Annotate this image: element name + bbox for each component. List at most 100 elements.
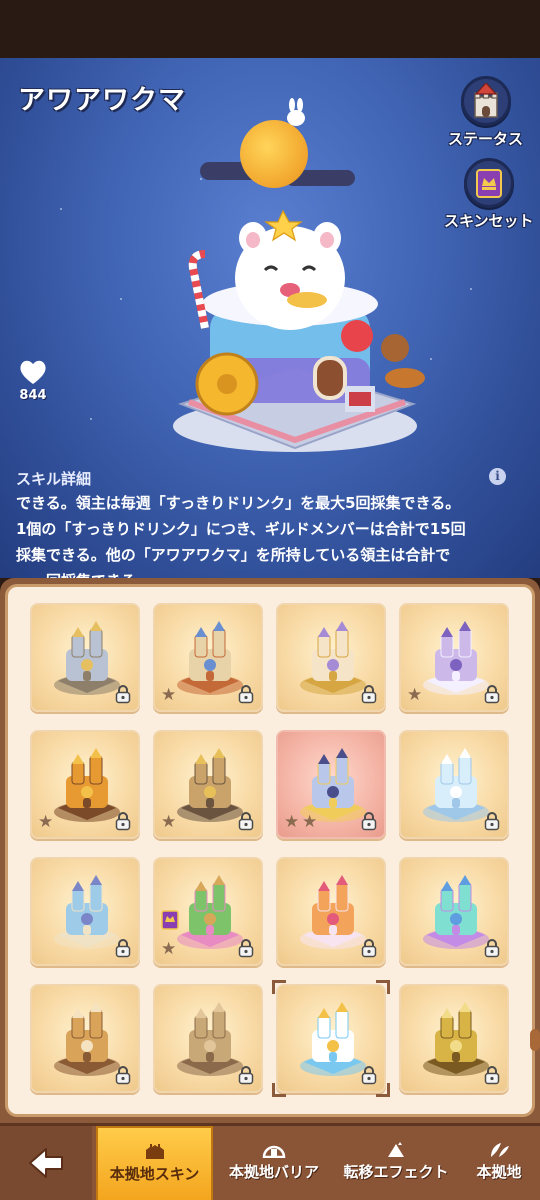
sparkle bbox=[200, 178, 202, 180]
castle-tower-icon bbox=[460, 76, 511, 126]
status-button[interactable]: ステータス bbox=[448, 76, 523, 149]
skill-detail-heading: スキル詳細 bbox=[16, 470, 92, 488]
tab-base-other[interactable]: 本拠地 bbox=[458, 1126, 540, 1200]
skin-thumbnail bbox=[177, 1002, 243, 1076]
skill-line: 1個の「すっきりドリンク」につき、ギルドメンバーは合計で15回 bbox=[16, 520, 466, 538]
skin-tile-coral-reef[interactable] bbox=[399, 857, 509, 966]
skin-thumbnail bbox=[177, 621, 243, 695]
scroll-handle[interactable] bbox=[530, 1029, 540, 1051]
selection-corner bbox=[272, 1083, 286, 1097]
lock-icon bbox=[115, 939, 131, 958]
skin-thumbnail bbox=[423, 621, 489, 695]
selection-corner bbox=[272, 980, 286, 994]
rank-star-icon: ★ bbox=[161, 812, 177, 832]
top-status-bar bbox=[0, 0, 540, 58]
skin-tile-forest-camp[interactable]: ★ bbox=[153, 857, 263, 966]
back-arrow-icon bbox=[29, 1148, 63, 1178]
sparkle bbox=[470, 288, 472, 290]
lock-icon bbox=[361, 812, 377, 831]
skin-tile-dragon-shrine[interactable]: ★ ★ bbox=[276, 730, 386, 839]
lock-icon bbox=[115, 1066, 131, 1085]
sparkle bbox=[120, 298, 122, 300]
skin-tile-lavender-castle[interactable]: ★ bbox=[399, 603, 509, 712]
skill-description[interactable]: できる。領主は毎週「すっきりドリンク」を最大5回採集できる。 1個の「すっきりド… bbox=[16, 490, 526, 578]
skin-grid-container[interactable]: ★ ★ ★ ★ ★ ★ ★ bbox=[5, 584, 540, 1117]
sparkle bbox=[430, 358, 432, 360]
selection-corner bbox=[376, 980, 390, 994]
rank-star-icon: ★ bbox=[38, 812, 54, 832]
selection-corner bbox=[376, 1083, 390, 1097]
skin-book-icon bbox=[463, 158, 514, 208]
skin-thumbnail bbox=[54, 621, 120, 695]
skin-set-badge-icon bbox=[161, 910, 179, 930]
moon-decoration bbox=[240, 120, 308, 188]
skin-thumbnail bbox=[177, 875, 243, 949]
lock-icon bbox=[238, 812, 254, 831]
shield-dome-icon bbox=[262, 1145, 286, 1158]
skin-thumbnail bbox=[54, 748, 120, 822]
skin-tile-dessert-palace[interactable] bbox=[276, 603, 386, 712]
skill-line: 採集できる。他の「アワアワクマ」を所持している領主は合計で bbox=[16, 546, 451, 564]
lock-icon bbox=[361, 685, 377, 704]
status-label: ステータス bbox=[448, 130, 524, 148]
skin-tile-airship[interactable] bbox=[30, 984, 140, 1093]
skin-set-label: スキンセット bbox=[444, 212, 534, 230]
teleport-icon bbox=[388, 1142, 404, 1157]
rank-star-icon: ★ bbox=[407, 685, 423, 705]
lock-icon bbox=[238, 1066, 254, 1085]
info-icon[interactable]: i bbox=[489, 468, 506, 485]
skin-thumbnail bbox=[423, 875, 489, 949]
skin-thumbnail bbox=[300, 621, 366, 695]
skin-thumbnail bbox=[54, 1002, 120, 1076]
lock-icon bbox=[484, 1066, 500, 1085]
skill-line: できる。領主は毎週「すっきりドリンク」を最大5回採集できる。 bbox=[16, 494, 461, 512]
skin-list-panel: ★ ★ ★ ★ ★ ★ ★ bbox=[0, 578, 540, 1123]
skin-grid: ★ ★ ★ ★ ★ ★ ★ bbox=[30, 603, 520, 1097]
skin-tile-ice-castle[interactable] bbox=[399, 730, 509, 839]
skin-thumbnail bbox=[300, 875, 366, 949]
sparkle bbox=[60, 208, 62, 210]
skin-tile-golden-dragon[interactable] bbox=[399, 984, 509, 1093]
castle-tab-icon bbox=[145, 1144, 164, 1159]
lock-icon bbox=[238, 685, 254, 704]
skin-set-button[interactable]: スキンセット bbox=[444, 158, 534, 231]
tab-base-skin[interactable]: 本拠地スキン bbox=[96, 1126, 213, 1200]
skill-line: 回採集できる。 bbox=[16, 568, 526, 578]
skin-tile-crystal-temple[interactable] bbox=[30, 857, 140, 966]
skin-tile-crab-fortress[interactable]: ★ bbox=[153, 603, 263, 712]
lock-icon bbox=[484, 685, 500, 704]
sparkle bbox=[90, 418, 92, 420]
skin-tile-candy-house[interactable] bbox=[276, 857, 386, 966]
bubble-bear-castle-art bbox=[173, 209, 425, 452]
tab-label: 転移エフェクト bbox=[343, 1163, 449, 1181]
rank-star-icon: ★ bbox=[302, 812, 318, 832]
heart-icon bbox=[20, 360, 46, 384]
skin-tile-cannon-ship[interactable]: ★ bbox=[153, 730, 263, 839]
lock-icon bbox=[361, 939, 377, 958]
bunny-icon bbox=[287, 98, 305, 126]
skin-thumbnail bbox=[300, 1002, 366, 1076]
lock-icon bbox=[361, 1066, 377, 1085]
skin-thumbnail bbox=[177, 748, 243, 822]
skin-tile-bubble-bear[interactable] bbox=[272, 980, 390, 1097]
tab-base-barrier[interactable]: 本拠地バリア bbox=[215, 1126, 333, 1200]
skin-tile-pumpkin-house[interactable]: ★ bbox=[30, 730, 140, 839]
back-button[interactable] bbox=[0, 1126, 92, 1200]
leaf-icon bbox=[491, 1143, 509, 1157]
lock-icon bbox=[484, 812, 500, 831]
skin-thumbnail bbox=[423, 748, 489, 822]
bottom-tab-bar: 本拠地スキン 本拠地バリア 転移エフェクト 本拠地 bbox=[0, 1123, 540, 1200]
lock-icon bbox=[484, 939, 500, 958]
like-button[interactable]: 844 bbox=[18, 358, 48, 403]
skin-thumbnail bbox=[54, 875, 120, 949]
skin-tile-steam-tower[interactable] bbox=[153, 984, 263, 1093]
rank-star-icon: ★ bbox=[161, 939, 177, 959]
skin-preview-area: アワアワクマ ステータス スキンセット 844 スキル詳細 i できる。領主は毎… bbox=[0, 58, 540, 578]
skin-thumbnail bbox=[423, 1002, 489, 1076]
lock-icon bbox=[238, 939, 254, 958]
tab-label: 本拠地スキン bbox=[109, 1165, 200, 1183]
tab-teleport-effect[interactable]: 転移エフェクト bbox=[337, 1126, 455, 1200]
lock-icon bbox=[115, 685, 131, 704]
tab-label: 本拠地 bbox=[476, 1163, 522, 1181]
skin-tile-stone-castle[interactable] bbox=[30, 603, 140, 712]
